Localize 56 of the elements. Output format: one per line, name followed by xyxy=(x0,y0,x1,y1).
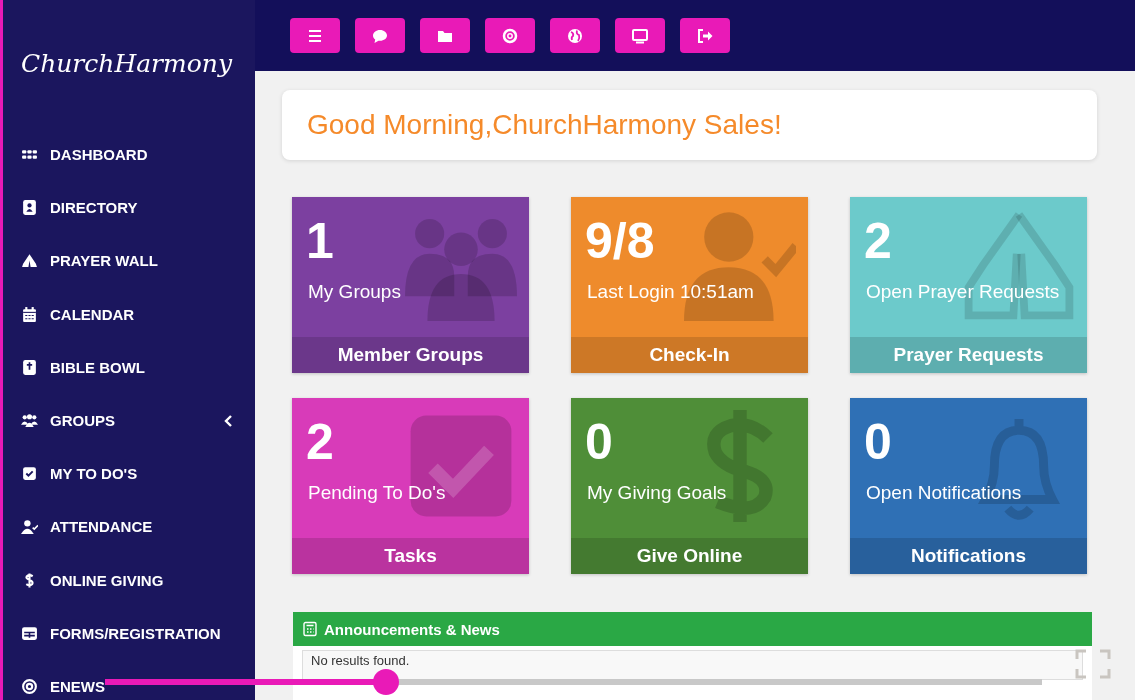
tile-footer[interactable]: Member Groups xyxy=(292,337,529,373)
monitor-icon xyxy=(632,27,648,44)
tile-footer[interactable]: Give Online xyxy=(571,538,808,574)
greeting: Good Morning,ChurchHarmony Sales! xyxy=(307,109,782,141)
logo[interactable]: ChurchHarmony xyxy=(21,44,239,84)
tile-footer[interactable]: Tasks xyxy=(292,538,529,574)
stat-value: 1 xyxy=(305,212,334,269)
sign-out-icon xyxy=(697,27,713,44)
tile-footer[interactable]: Notifications xyxy=(850,538,1087,574)
stat-label: Last Login 10:51am xyxy=(586,280,754,303)
nav-item[interactable]: MY TO DO'S xyxy=(3,447,255,501)
stat-value: 2 xyxy=(305,413,334,470)
stat-tile[interactable]: 0 Open Notifications Notifications xyxy=(850,398,1087,574)
nav-item[interactable]: ATTENDANCE xyxy=(3,500,255,554)
stat-label: Open Notifications xyxy=(865,481,1022,504)
stat-value: 0 xyxy=(584,413,613,470)
stat-value: 0 xyxy=(863,413,892,470)
form-icon xyxy=(21,624,38,642)
checkbox-icon xyxy=(21,465,38,483)
book-icon xyxy=(21,358,38,376)
nav-item[interactable]: ONLINE GIVING xyxy=(3,553,255,607)
progress-slider[interactable] xyxy=(105,669,1042,695)
menu-icon xyxy=(307,27,323,44)
toolbar-button[interactable] xyxy=(355,18,405,53)
toolbar-button[interactable] xyxy=(680,18,730,53)
calendar-icon xyxy=(21,305,38,323)
stat-tile[interactable]: 1 My Groups Member Groups xyxy=(292,197,529,373)
stat-label: Pending To Do's xyxy=(307,481,446,504)
nav-item[interactable]: PRAYER WALL xyxy=(3,234,255,288)
toolbar-button[interactable] xyxy=(615,18,665,53)
nav-item[interactable]: DASHBOARD xyxy=(3,128,255,182)
nav-item[interactable]: DIRECTORY xyxy=(3,181,255,235)
chat-icon xyxy=(372,27,388,44)
nav-item[interactable]: ENEWS xyxy=(3,659,255,700)
stat-label: My Giving Goals xyxy=(586,481,727,504)
address-book-icon xyxy=(21,199,38,217)
nav-item[interactable]: FORMS/REGISTRATION xyxy=(3,606,255,660)
nav-item[interactable]: GROUPS xyxy=(3,393,255,448)
toolbar-button[interactable] xyxy=(290,18,340,53)
nav-item[interactable]: BIBLE BOWL xyxy=(3,340,255,394)
stat-value: 9/8 xyxy=(584,212,655,269)
users-icon xyxy=(21,412,38,430)
calculator-icon xyxy=(302,621,318,637)
stat-tile[interactable]: 0 My Giving Goals Give Online xyxy=(571,398,808,574)
toolbar-button[interactable] xyxy=(485,18,535,53)
stat-tile[interactable]: 2 Pending To Do's Tasks xyxy=(292,398,529,574)
stat-label: Open Prayer Requests xyxy=(865,280,1060,303)
stat-label: My Groups xyxy=(307,280,401,303)
empty-message: No results found. xyxy=(302,650,1083,680)
toolbar-button[interactable] xyxy=(420,18,470,53)
stat-value: 2 xyxy=(863,212,892,269)
toolbar-button[interactable] xyxy=(550,18,600,53)
chevron-left-icon xyxy=(223,413,233,428)
nav-item[interactable]: CALENDAR xyxy=(3,287,255,341)
panel-title: Announcements & News xyxy=(324,620,500,638)
user-check-icon xyxy=(21,518,38,536)
